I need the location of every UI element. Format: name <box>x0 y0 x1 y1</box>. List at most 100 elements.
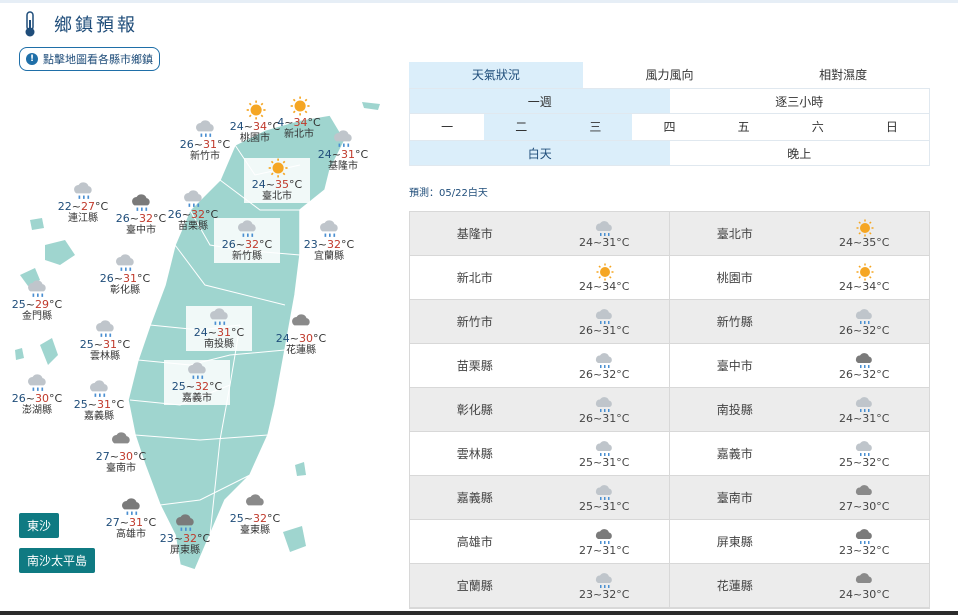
cloud-icon <box>246 494 264 506</box>
map-station[interactable]: 24~31°C 基隆市 <box>310 128 376 173</box>
temp-low: 26 <box>11 392 26 405</box>
rain-cloud-icon <box>188 362 206 379</box>
forecast-date: 預測：05/22白天 <box>409 188 488 199</box>
day-thu[interactable]: 四 <box>632 114 707 140</box>
temp-low: 25 <box>79 338 94 351</box>
map-station[interactable]: 24~35°C 臺北市 <box>244 158 310 203</box>
day-sat[interactable]: 六 <box>780 114 855 140</box>
temp-low: 26 <box>179 138 194 151</box>
county-name[interactable]: 新竹縣 <box>670 300 800 343</box>
tab-wind[interactable]: 風力風向 <box>582 62 757 88</box>
green-island <box>295 462 306 476</box>
county-name[interactable]: 臺中市 <box>670 344 800 387</box>
station-name: 花蓮縣 <box>286 345 316 356</box>
tab-weather[interactable]: 天氣狀況 <box>409 62 583 88</box>
dark-rain-cloud-icon <box>856 352 873 368</box>
map-station[interactable]: 25~31°C 雲林縣 <box>72 318 138 363</box>
temp-high: 34 <box>253 120 268 133</box>
rain-cloud-icon <box>90 380 108 397</box>
county-name[interactable]: 彰化縣 <box>410 388 540 431</box>
county-name[interactable]: 基隆市 <box>410 212 540 255</box>
map-hint-button[interactable]: ! 點擊地圖看各縣市鄉鎮 <box>19 47 160 71</box>
county-name[interactable]: 嘉義市 <box>670 432 800 475</box>
map-station[interactable]: 24~31°C 南投縣 <box>186 306 252 351</box>
temp-low: 25 <box>229 512 244 525</box>
county-name[interactable]: 屏東縣 <box>670 520 800 563</box>
day-wed[interactable]: 三 <box>558 114 633 140</box>
rain-cloud-icon <box>238 220 256 237</box>
county-name[interactable]: 臺南市 <box>670 476 800 519</box>
temp-low: 24 <box>317 148 332 161</box>
nansha-taiping-button[interactable]: 南沙太平島 <box>19 548 96 573</box>
map-station[interactable]: 23~32°C 宜蘭縣 <box>296 218 362 263</box>
map-station[interactable]: 27~30°C 臺南市 <box>88 430 154 475</box>
temp-high: 31 <box>217 326 232 339</box>
weather-cell: 24~34°C <box>800 256 930 299</box>
station-temp: 24~30°C <box>275 332 327 345</box>
station-name: 嘉義市 <box>182 393 212 404</box>
tab-week[interactable]: 一週 <box>410 89 670 113</box>
tab-daytime[interactable]: 白天 <box>410 141 670 165</box>
county-name[interactable]: 臺北市 <box>670 212 800 255</box>
county-name[interactable]: 宜蘭縣 <box>410 564 540 607</box>
day-fri[interactable]: 五 <box>706 114 781 140</box>
map-station[interactable]: 22~27°C 連江縣 <box>50 180 116 225</box>
map-station[interactable]: 26~32°C 新竹縣 <box>214 218 280 263</box>
cloud-icon <box>856 484 873 495</box>
weather-cell: 25~32°C <box>800 432 930 475</box>
station-temp: 25~32°C <box>229 512 281 525</box>
map-station[interactable]: 25~29°C 金門縣 <box>4 278 70 323</box>
tab-humidity[interactable]: 相對濕度 <box>756 62 931 88</box>
station-temp: 27~30°C <box>95 450 147 463</box>
temp-range: 27~31°C <box>579 543 630 557</box>
temp-range: 26~32°C <box>579 367 630 381</box>
tab-night[interactable]: 晚上 <box>670 141 930 165</box>
temp-low: 23 <box>303 238 318 251</box>
station-name: 臺北市 <box>262 191 292 202</box>
bottom-strip <box>0 611 958 615</box>
day-tue[interactable]: 二 <box>484 114 559 140</box>
sun-icon <box>596 263 614 280</box>
station-temp: 22~27°C <box>57 200 109 213</box>
map-station[interactable]: 23~32°C 屏東縣 <box>152 512 218 557</box>
map-station[interactable]: 26~31°C 彰化縣 <box>92 252 158 297</box>
county-name[interactable]: 花蓮縣 <box>670 564 800 607</box>
temp-high: 35 <box>275 178 290 191</box>
county-name[interactable]: 嘉義縣 <box>410 476 540 519</box>
map-station[interactable]: 24~30°C 花蓮縣 <box>268 312 334 357</box>
table-row: 高雄市 27~31°C 屏東縣 23~32°C <box>410 520 929 564</box>
county-name[interactable]: 桃園市 <box>670 256 800 299</box>
rain-cloud-icon <box>596 572 613 588</box>
county-name[interactable]: 新竹市 <box>410 300 540 343</box>
temp-range: 24~34°C <box>839 279 890 293</box>
rain-cloud-icon <box>596 396 613 412</box>
matsu-islands <box>45 240 75 265</box>
station-name: 雲林縣 <box>90 351 120 362</box>
county-name[interactable]: 苗栗縣 <box>410 344 540 387</box>
page-header: 鄉鎮預報 <box>22 10 138 38</box>
map-station[interactable]: 26~30°C 澎湖縣 <box>4 372 70 417</box>
table-row: 雲林縣 25~31°C 嘉義市 25~32°C <box>410 432 929 476</box>
day-sun[interactable]: 日 <box>854 114 929 140</box>
map-station[interactable]: 25~32°C 嘉義市 <box>164 360 230 405</box>
tab-three-hourly[interactable]: 逐三小時 <box>670 89 930 113</box>
county-name[interactable]: 高雄市 <box>410 520 540 563</box>
county-name[interactable]: 新北市 <box>410 256 540 299</box>
weather-cell: 26~32°C <box>800 300 930 343</box>
temp-low: 26 <box>99 272 114 285</box>
day-mon[interactable]: 一 <box>410 114 485 140</box>
temp-high: 32 <box>245 238 260 251</box>
map-station[interactable]: 25~32°C 臺東縣 <box>222 492 288 537</box>
temp-low: 24 <box>193 326 208 339</box>
info-icon: ! <box>26 53 38 65</box>
weather-cell: 23~32°C <box>800 520 930 563</box>
map-station[interactable]: 25~31°C 嘉義縣 <box>66 378 132 423</box>
dark-rain-cloud-icon <box>132 194 150 211</box>
temp-range: 26~31°C <box>579 411 630 425</box>
temp-high: 31 <box>341 148 356 161</box>
rain-cloud-icon <box>596 308 613 324</box>
dongsha-button[interactable]: 東沙 <box>19 513 60 538</box>
county-name[interactable]: 南投縣 <box>670 388 800 431</box>
temp-high: 30 <box>299 332 314 345</box>
county-name[interactable]: 雲林縣 <box>410 432 540 475</box>
